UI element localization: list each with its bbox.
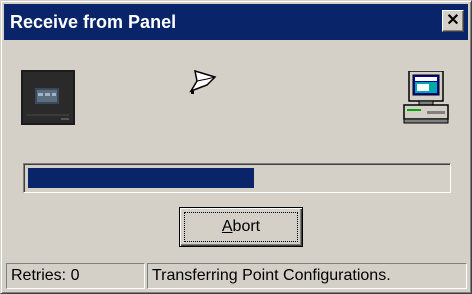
transfer-progress-bar: [23, 163, 451, 193]
dialog-title: Receive from Panel: [10, 12, 177, 32]
close-icon: ✕: [446, 12, 460, 29]
computer-icon: [403, 70, 449, 125]
close-button[interactable]: ✕: [442, 10, 464, 32]
progress-fill: [28, 168, 254, 188]
abort-button[interactable]: Abort: [179, 207, 303, 247]
abort-button-label: Abort: [221, 218, 261, 235]
title-bar: Receive from Panel ✕: [4, 4, 468, 40]
panel-device-icon: [21, 70, 75, 125]
paper-sheet-icon: [189, 69, 217, 95]
status-retries: Retries: 0: [6, 263, 145, 289]
receive-dialog: Receive from Panel ✕ Abort Retries: 0 Tr…: [0, 0, 472, 294]
status-message: Transferring Point Configurations.: [147, 263, 467, 289]
